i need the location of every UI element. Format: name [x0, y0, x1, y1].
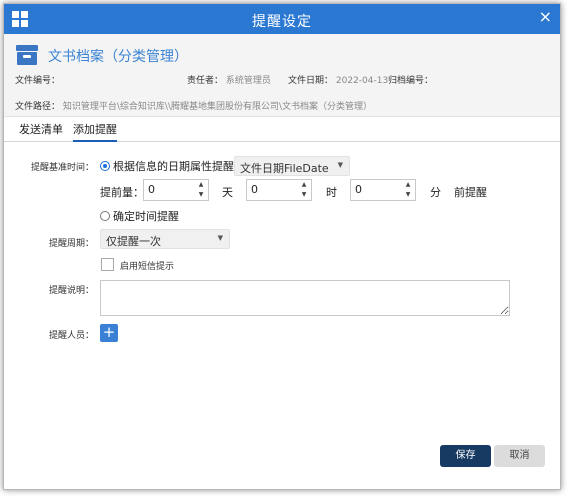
days-input[interactable]: [144, 180, 192, 199]
owner-label: 责任者：: [187, 76, 224, 86]
minutes-stepper[interactable]: ▲ ▼: [350, 179, 416, 201]
minutes-input[interactable]: [351, 180, 399, 199]
reminder-dialog: 提醒设定 × 文书档案（分类管理） 文件编号： 责任者： 系统管理员 文件日期：…: [3, 3, 561, 490]
title-bar[interactable]: 提醒设定 ×: [4, 4, 560, 34]
archive-number-label: 归档编号：: [388, 76, 434, 86]
date-attribute-select[interactable]: 文件日期FileDate ▼: [234, 156, 350, 176]
advance-label: 提前量：: [100, 186, 144, 199]
hours-down-icon[interactable]: ▼: [297, 190, 311, 200]
file-number-label: 文件编号：: [15, 76, 61, 86]
file-date-label: 文件日期：: [288, 76, 334, 86]
before-remind-label: 前提醒: [454, 186, 487, 199]
days-unit: 天: [222, 186, 233, 199]
period-select[interactable]: 仅提醒一次 ▼: [100, 229, 230, 249]
persons-label: 提醒人员：: [49, 331, 95, 341]
hours-input[interactable]: [247, 180, 295, 199]
tab-bar: 发送清单 添加提醒: [4, 117, 560, 142]
file-date-field: 文件日期： 2022-04-13: [288, 73, 388, 86]
hours-unit: 时: [326, 186, 337, 199]
cancel-button[interactable]: 取消: [494, 445, 545, 467]
dropdown-arrow-icon: ▼: [217, 234, 223, 242]
dropdown-arrow-icon: ▼: [337, 161, 343, 169]
tab-add-reminder[interactable]: 添加提醒: [73, 121, 117, 142]
period-select-value: 仅提醒一次: [106, 235, 161, 248]
save-button[interactable]: 保存: [440, 445, 491, 467]
hours-up-icon[interactable]: ▲: [297, 180, 311, 190]
hours-stepper[interactable]: ▲ ▼: [246, 179, 312, 201]
days-up-icon[interactable]: ▲: [194, 180, 208, 190]
file-date-value: 2022-04-13: [335, 76, 389, 86]
date-attribute-option-label: 根据信息的日期属性提醒：: [113, 160, 245, 173]
document-info-panel: 文书档案（分类管理） 文件编号： 责任者： 系统管理员 文件日期： 2022-0…: [4, 34, 560, 117]
file-path-value: 知识管理平台\综合知识库\\腾耀基地集团股份有限公司\文书档案（分类管理）: [62, 102, 373, 112]
days-down-icon[interactable]: ▼: [194, 190, 208, 200]
dialog-title: 提醒设定: [252, 14, 312, 30]
file-path-field: 文件路径： 知识管理平台\综合知识库\\腾耀基地集团股份有限公司\文书档案（分类…: [15, 99, 372, 112]
fixed-time-option-label: 确定时间提醒: [113, 210, 179, 223]
close-icon[interactable]: ×: [539, 9, 552, 25]
owner-field: 责任者： 系统管理员: [187, 73, 271, 86]
sms-checkbox[interactable]: [101, 258, 114, 271]
archive-number-field: 归档编号：: [388, 73, 433, 86]
period-label: 提醒周期：: [49, 239, 95, 249]
minutes-unit: 分: [430, 186, 441, 199]
minutes-up-icon[interactable]: ▲: [401, 180, 415, 190]
date-attribute-select-value: 文件日期FileDate: [240, 162, 329, 175]
description-label: 提醒说明：: [49, 286, 95, 296]
base-time-label: 提醒基准时间：: [31, 163, 95, 173]
archive-box-icon: [16, 45, 38, 65]
add-person-button[interactable]: +: [100, 324, 118, 342]
file-number-field: 文件编号：: [15, 73, 60, 86]
document-title: 文书档案（分类管理）: [48, 49, 188, 65]
description-textarea[interactable]: [100, 280, 510, 316]
tab-send-list[interactable]: 发送清单: [19, 121, 63, 137]
fixed-time-radio[interactable]: [100, 211, 110, 221]
date-attribute-radio[interactable]: [100, 161, 110, 171]
days-stepper[interactable]: ▲ ▼: [143, 179, 209, 201]
minutes-down-icon[interactable]: ▼: [401, 190, 415, 200]
sms-label: 启用短信提示: [120, 262, 175, 272]
file-path-label: 文件路径：: [15, 102, 61, 112]
owner-value: 系统管理员: [225, 76, 271, 86]
